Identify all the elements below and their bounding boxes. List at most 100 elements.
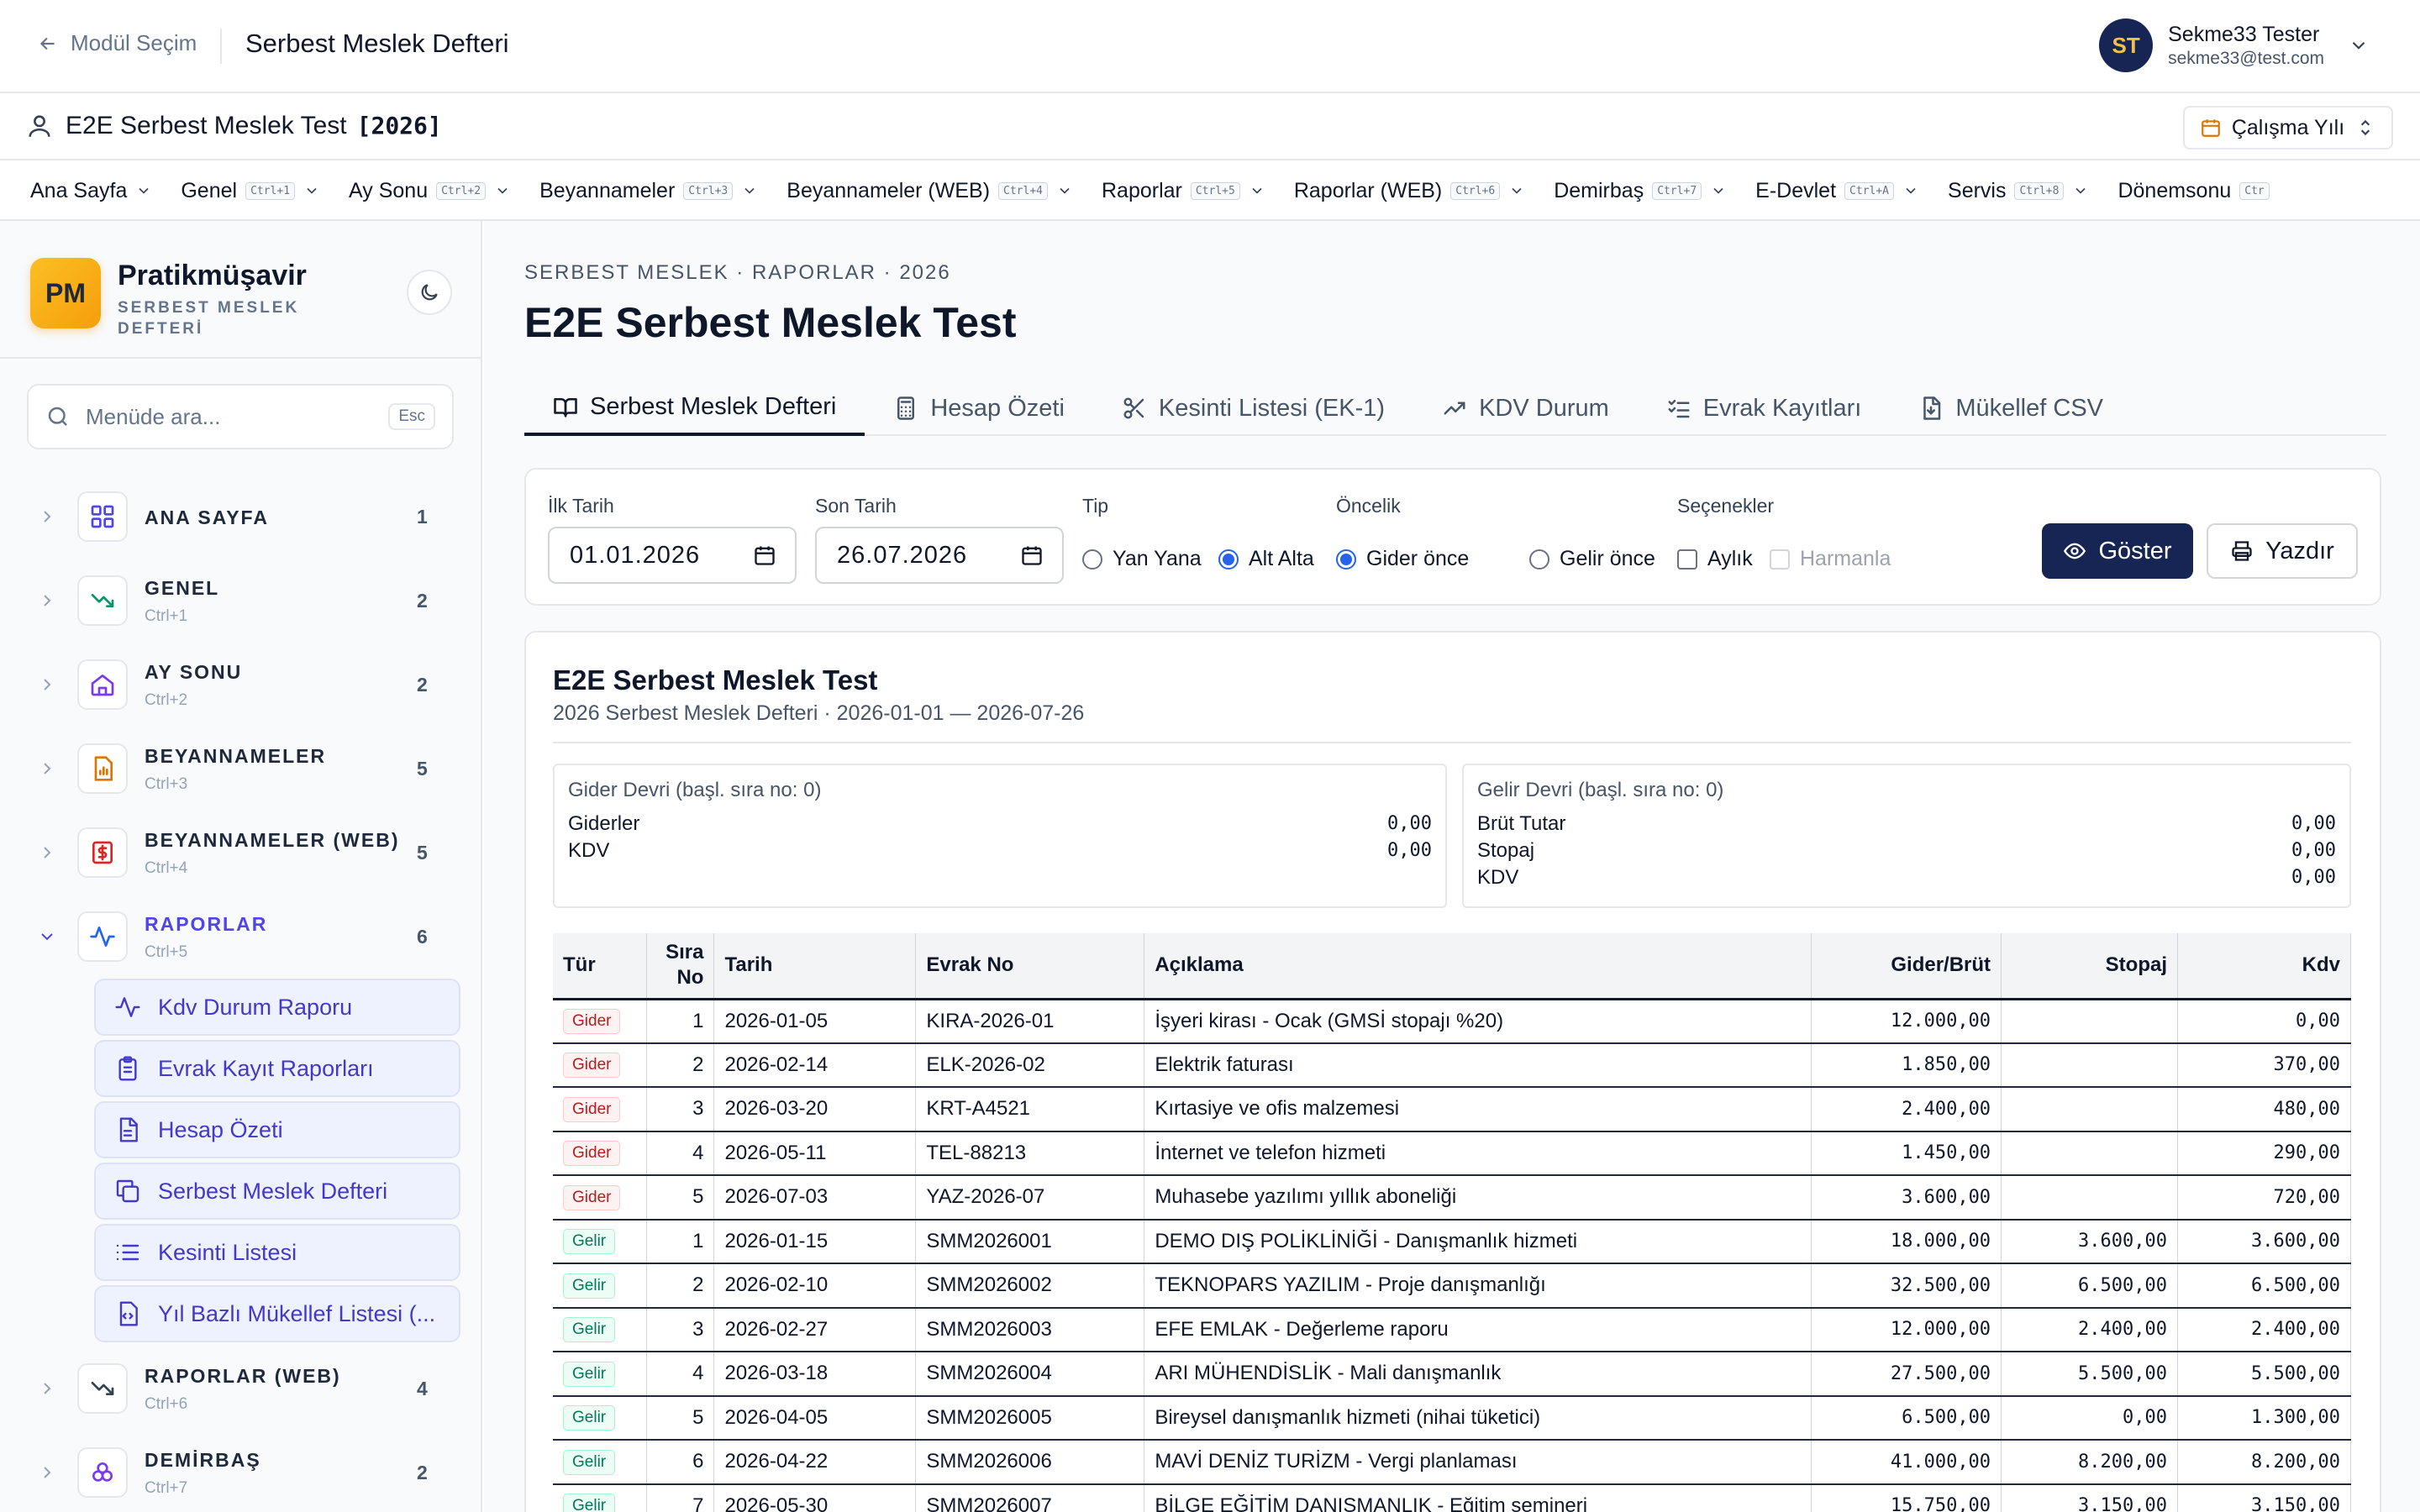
sidebar-item[interactable]: GENEL Ctrl+1 2: [0, 559, 481, 643]
chevron-right-icon: [44, 679, 51, 690]
tip-alt-alta-radio[interactable]: Alt Alta: [1218, 547, 1314, 571]
sidebar-item[interactable]: DEMİRBAŞ Ctrl+7 2: [0, 1431, 481, 1512]
report-divider: [553, 742, 2351, 743]
menu-item-label: Ana Sayfa: [30, 178, 128, 202]
devir-label: Giderler: [568, 812, 640, 835]
tab-label: Serbest Meslek Defteri: [590, 392, 837, 420]
sidebar-item[interactable]: AY SONU Ctrl+2 2: [0, 643, 481, 727]
monthly-checkbox[interactable]: Aylık: [1677, 547, 1753, 571]
menu-item-shortcut: Ctrl+5: [1190, 181, 1240, 200]
devir-label: KDV: [568, 839, 610, 862]
sidebar-subitem-label: Serbest Meslek Defteri: [158, 1178, 388, 1204]
cell-tur: Gider: [553, 1042, 648, 1088]
menu-item[interactable]: Raporlar (WEB) Ctrl+6: [1294, 179, 1525, 203]
company-title: E2E Serbest Meslek Test [2026]: [66, 112, 442, 140]
cell-evrak: KRT-A4521: [915, 1087, 1145, 1132]
tab[interactable]: Serbest Meslek Defteri: [524, 381, 865, 436]
checkbox: [1677, 549, 1697, 570]
start-date-input[interactable]: 01.01.2026: [548, 527, 797, 584]
sidebar-item[interactable]: ANA SAYFA 1: [0, 475, 481, 559]
sidebar-item-shortcut: Ctrl+7: [145, 1479, 188, 1497]
chevron-down-icon: [744, 187, 755, 194]
menu-item-label: E-Devlet: [1755, 178, 1837, 202]
book-icon: [554, 398, 577, 417]
menu-item[interactable]: Beyannameler Ctrl+3: [539, 179, 758, 203]
merge-label: Harmanla: [1800, 547, 1891, 570]
menu-item[interactable]: Demirbaş Ctrl+7: [1554, 179, 1727, 203]
sidebar-subitem[interactable]: Kdv Durum Raporu: [94, 979, 460, 1036]
sidebar-item-count: 5: [417, 757, 428, 780]
sidebar-item-icon-box: [77, 827, 128, 878]
tab[interactable]: KDV Durum: [1413, 381, 1638, 436]
menu-search-input[interactable]: Menüde ara... Esc: [27, 384, 454, 449]
menu-item[interactable]: Ana Sayfa: [30, 179, 152, 203]
menu-item[interactable]: Ay Sonu Ctrl+2: [349, 179, 511, 203]
sidebar-subitem[interactable]: Yıl Bazlı Mükellef Listesi (...: [94, 1285, 460, 1342]
back-to-module-select[interactable]: Modül Seçim: [37, 30, 197, 56]
menu-item[interactable]: Dönemsonu Ctr: [2118, 178, 2270, 203]
cell-tarih: 2026-03-20: [713, 1087, 917, 1132]
table-row: Gider 4 2026-05-11 TEL-88213 İnternet ve tel…: [553, 1131, 2351, 1176]
menu-item[interactable]: Beyannameler (WEB) Ctrl+4: [786, 179, 1073, 203]
priority-gider-radio[interactable]: Gider önce: [1336, 547, 1469, 571]
sidebar-subitem[interactable]: Evrak Kayıt Raporları: [94, 1040, 460, 1097]
menu-item-label: Ay Sonu: [349, 178, 429, 202]
working-year-select[interactable]: Çalışma Yılı: [2183, 106, 2393, 150]
cell-tarih: 2026-04-05: [713, 1395, 917, 1441]
priority-gelir-radio[interactable]: Gelir önce: [1529, 547, 1655, 571]
theme-toggle-button[interactable]: [407, 270, 452, 315]
menu-item-label: Genel: [181, 178, 238, 202]
cell-aciklama: MAVİ DENİZ TURİZM - Vergi planlaması: [1144, 1440, 1812, 1485]
cell-aciklama: ARI MÜHENDİSLİK - Mali danışmanlık: [1144, 1352, 1812, 1397]
activity-icon: [90, 927, 115, 947]
calendar-icon: [755, 546, 775, 565]
report-subtitle: 2026 Serbest Meslek Defteri · 2026-01-01…: [553, 701, 1085, 725]
col-evrak-no: Evrak No: [915, 933, 1145, 1000]
sidebar-item-label: AY SONU: [145, 661, 243, 683]
table-header-row: Tür Sıra No Tarih Evrak No Açıklama Gide…: [553, 933, 2351, 1000]
type-badge: Gider: [563, 1096, 621, 1122]
sidebar-subitem[interactable]: Serbest Meslek Defteri: [94, 1163, 460, 1220]
tab[interactable]: Mükellef CSV: [1890, 381, 2132, 436]
user-email: sekme33@test.com: [2168, 48, 2324, 68]
sidebar-item[interactable]: RAPORLAR Ctrl+5 6: [0, 895, 481, 979]
sidebar-nav: ANA SAYFA 1 GENEL Ctrl+1 2 AY SONU Ctrl+2 2 BEYA…: [0, 475, 481, 1512]
show-button[interactable]: Göster: [2042, 523, 2193, 579]
menu-item-label: Dönemsonu: [2118, 178, 2232, 202]
sidebar-subitem[interactable]: Kesinti Listesi: [94, 1224, 460, 1281]
menu-item-label: Demirbaş: [1554, 178, 1644, 202]
chevron-right-icon: [44, 763, 51, 774]
tip-yan-yana-radio[interactable]: Yan Yana: [1082, 547, 1202, 571]
menu-item-label: Raporlar (WEB): [1293, 178, 1443, 202]
sidebar-item-label: BEYANNAMELER: [145, 745, 327, 767]
user-menu[interactable]: ST Sekme33 Tester sekme33@test.com: [2099, 18, 2370, 72]
brand-logo: PM: [30, 258, 101, 328]
end-date-input[interactable]: 26.07.2026: [815, 527, 1064, 584]
sidebar-subitem[interactable]: Hesap Özeti: [94, 1101, 460, 1158]
cell-aciklama: EFE EMLAK - Değerleme raporu: [1144, 1307, 1812, 1352]
priority-label: Öncelik: [1336, 495, 1401, 517]
tab[interactable]: Hesap Özeti: [865, 381, 1093, 436]
menu-item-shortcut: Ctrl+3: [683, 181, 734, 200]
sidebar-item[interactable]: BEYANNAMELER (WEB) Ctrl+4 5: [0, 811, 481, 895]
tab[interactable]: Kesinti Listesi (EK-1): [1093, 381, 1413, 436]
menu-item[interactable]: Genel Ctrl+1: [181, 179, 320, 203]
document-icon: [119, 1117, 138, 1142]
tab-label: Evrak Kayıtları: [1702, 394, 1862, 422]
cell-tarih: 2026-01-05: [713, 999, 917, 1044]
cell-tarih: 2026-03-18: [713, 1352, 917, 1397]
menu-item[interactable]: Servis Ctrl+8: [1948, 179, 2089, 203]
sidebar-item[interactable]: RAPORLAR (WEB) Ctrl+6 4: [0, 1347, 481, 1431]
sidebar-item-shortcut: Ctrl+3: [145, 775, 188, 793]
menu-item[interactable]: E-Devlet Ctrl+A: [1755, 179, 1919, 203]
tab[interactable]: Evrak Kayıtları: [1638, 381, 1891, 436]
cell-evrak: SMM2026002: [915, 1263, 1145, 1309]
menu-item-label: Raporlar: [1101, 178, 1182, 202]
cell-kdv: 290,00: [2177, 1131, 2351, 1176]
monthly-label: Aylık: [1707, 547, 1753, 570]
sidebar-item[interactable]: BEYANNAMELER Ctrl+3 5: [0, 727, 481, 811]
menu-item[interactable]: Raporlar Ctrl+5: [1102, 179, 1265, 203]
type-badge: Gider: [563, 1009, 621, 1034]
print-button[interactable]: Yazdır: [2207, 523, 2358, 579]
menu-item-label: Servis: [1948, 178, 2007, 202]
